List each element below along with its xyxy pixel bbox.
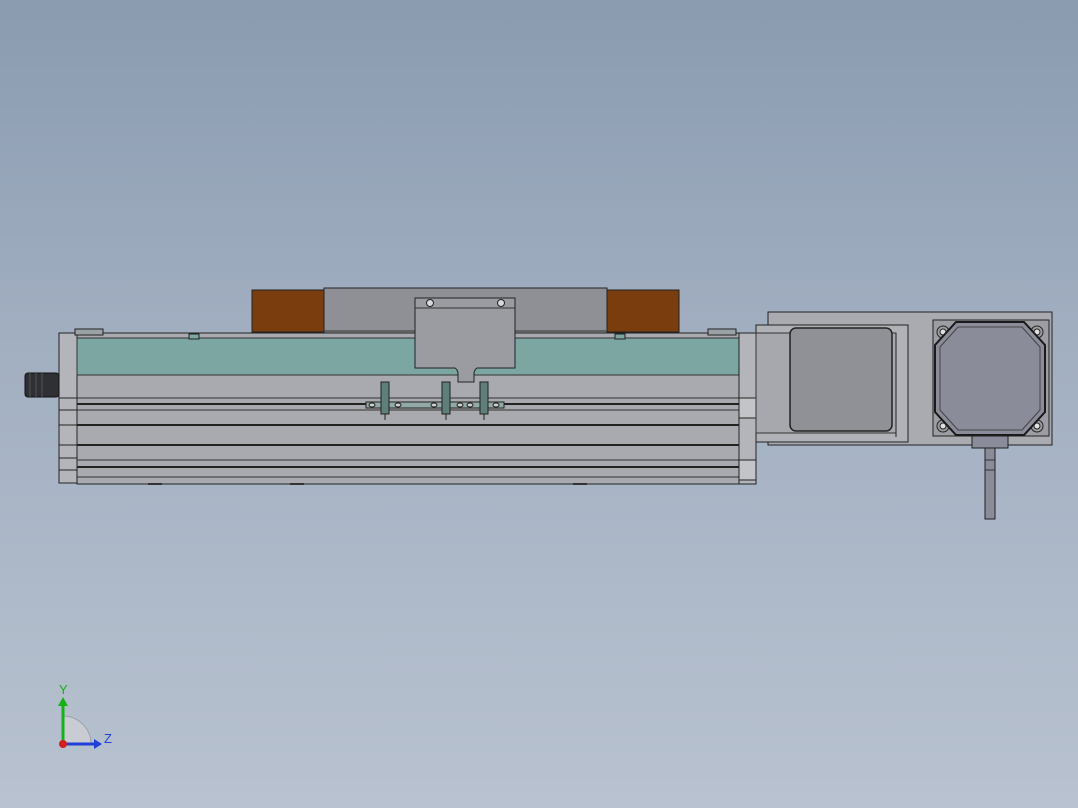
sensor-hole [456,402,464,408]
copper-block-left [251,289,325,333]
left-end-cap [58,332,78,484]
y-axis-label: Y [59,682,68,697]
limit-sensor [441,381,451,415]
cad-viewport[interactable]: Y Z [0,0,1078,808]
orientation-triad[interactable]: Y Z [40,680,130,760]
sensor-hole [394,402,402,408]
teal-cover [76,337,740,376]
top-tab [707,328,737,336]
top-tab [614,333,626,340]
y-axis-arrow [58,697,68,706]
motor-assembly [755,311,1053,520]
coupling-window [789,327,893,432]
triad-quadrant [62,715,92,745]
z-axis-arrow [94,739,102,749]
sensor-hole [368,402,376,408]
top-tab [74,328,104,336]
cable-gland [971,435,1009,449]
right-cap-detail [738,397,757,419]
z-axis-label: Z [104,731,112,746]
limit-sensor [479,381,489,415]
motor-body [934,321,1046,436]
bracket-screw-left [426,299,434,307]
linear-actuator-model[interactable] [0,0,1078,808]
right-cap-detail [738,459,757,481]
bracket-screw-right [497,299,505,307]
sensor-hole [492,402,500,408]
top-tab [188,333,200,340]
sensor-hole [466,402,474,408]
sensor-hole [430,402,438,408]
x-axis-dot [59,740,67,748]
motor-cable [984,447,996,520]
copper-block-right [605,289,680,333]
limit-sensor [380,381,390,415]
